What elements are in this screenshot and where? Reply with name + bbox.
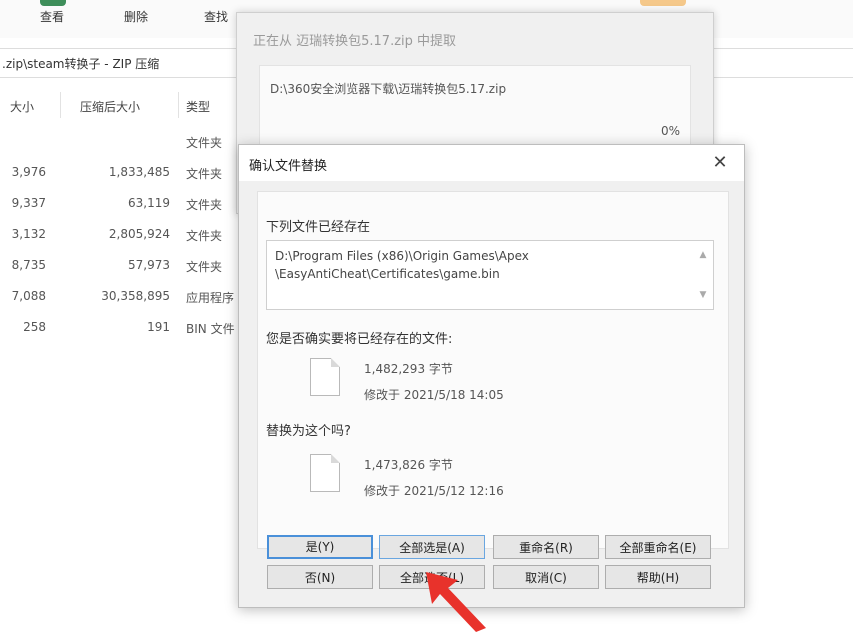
view-icon — [40, 0, 66, 6]
row-type: 文件夹 — [186, 167, 223, 181]
scroll-down-icon[interactable]: ▼ — [697, 289, 709, 301]
no-button[interactable]: 否(N) — [267, 565, 373, 589]
help-button[interactable]: 帮助(H) — [605, 565, 711, 589]
row-type: 文件夹 — [186, 229, 223, 243]
dialog-title: 确认文件替换 — [249, 159, 328, 174]
extract-archive-path: D:\360安全浏览器下载\迈瑞转换包5.17.zip — [270, 82, 507, 96]
row-size: 9,337 — [11, 196, 46, 210]
row-type: 文件夹 — [186, 260, 223, 274]
row-size: 7,088 — [11, 289, 46, 303]
new-file-size: 1,473,826 字节 — [364, 458, 453, 472]
row-packed-size: 191 — [147, 320, 170, 334]
row-packed-size: 57,973 — [128, 258, 170, 272]
find-button[interactable]: 查找 — [204, 8, 228, 25]
existing-file-size: 1,482,293 字节 — [364, 362, 453, 376]
replace-with-label: 替换为这个吗? — [266, 424, 351, 439]
row-packed-size: 1,833,485 — [108, 165, 170, 179]
row-type: 文件夹 — [186, 136, 223, 150]
extract-dialog-title: 正在从 迈瑞转换包5.17.zip 中提取 — [253, 34, 457, 49]
rename-all-button[interactable]: 全部重命名(E) — [605, 535, 711, 559]
view-button[interactable]: 查看 — [40, 8, 64, 25]
tool-icon — [640, 0, 686, 6]
scroll-up-icon[interactable]: ▲ — [697, 249, 709, 261]
existing-file-modified: 修改于 2021/5/18 14:05 — [364, 388, 504, 402]
column-divider — [60, 92, 61, 118]
delete-button[interactable]: 删除 — [124, 8, 148, 25]
close-icon[interactable]: ✕ — [708, 151, 732, 175]
new-file-icon — [310, 454, 340, 492]
cancel-button[interactable]: 取消(C) — [493, 565, 599, 589]
row-size: 3,976 — [11, 165, 46, 179]
replace-question-label: 您是否确实要将已经存在的文件: — [266, 332, 453, 347]
yes-button[interactable]: 是(Y) — [267, 535, 373, 559]
yes-to-all-button[interactable]: 全部选是(A) — [379, 535, 485, 559]
dialog-titlebar[interactable]: 确认文件替换 ✕ — [239, 145, 744, 181]
column-type[interactable]: 类型 — [186, 98, 210, 115]
exists-label: 下列文件已经存在 — [266, 220, 371, 235]
existing-file-icon — [310, 358, 340, 396]
new-file-modified: 修改于 2021/5/12 12:16 — [364, 484, 504, 498]
dialog-body: 下列文件已经存在 D:\Program Files (x86)\Origin G… — [257, 191, 729, 549]
annotation-arrow-icon — [426, 572, 486, 632]
confirm-replace-dialog: 确认文件替换 ✕ 下列文件已经存在 D:\Program Files (x86)… — [238, 144, 745, 608]
row-size: 8,735 — [11, 258, 46, 272]
address-text: .zip\steam转换子 - ZIP 压缩 — [2, 57, 160, 71]
column-packed-size[interactable]: 压缩后大小 — [80, 98, 140, 115]
row-type: BIN 文件 — [186, 322, 235, 336]
row-packed-size: 30,358,895 — [101, 289, 170, 303]
file-path-line-1: D:\Program Files (x86)\Origin Games\Apex — [275, 249, 529, 263]
rename-button[interactable]: 重命名(R) — [493, 535, 599, 559]
column-size[interactable]: 大小 — [10, 98, 34, 115]
row-size: 258 — [23, 320, 46, 334]
file-path-box[interactable]: D:\Program Files (x86)\Origin Games\Apex… — [266, 240, 714, 310]
extract-percent: 0% — [660, 124, 680, 138]
file-path-line-2: \EasyAntiCheat\Certificates\game.bin — [275, 267, 500, 281]
row-size: 3,132 — [11, 227, 46, 241]
row-packed-size: 2,805,924 — [108, 227, 170, 241]
row-packed-size: 63,119 — [128, 196, 170, 210]
row-type: 应用程序 — [186, 291, 235, 305]
row-type: 文件夹 — [186, 198, 223, 212]
column-divider — [178, 92, 179, 118]
